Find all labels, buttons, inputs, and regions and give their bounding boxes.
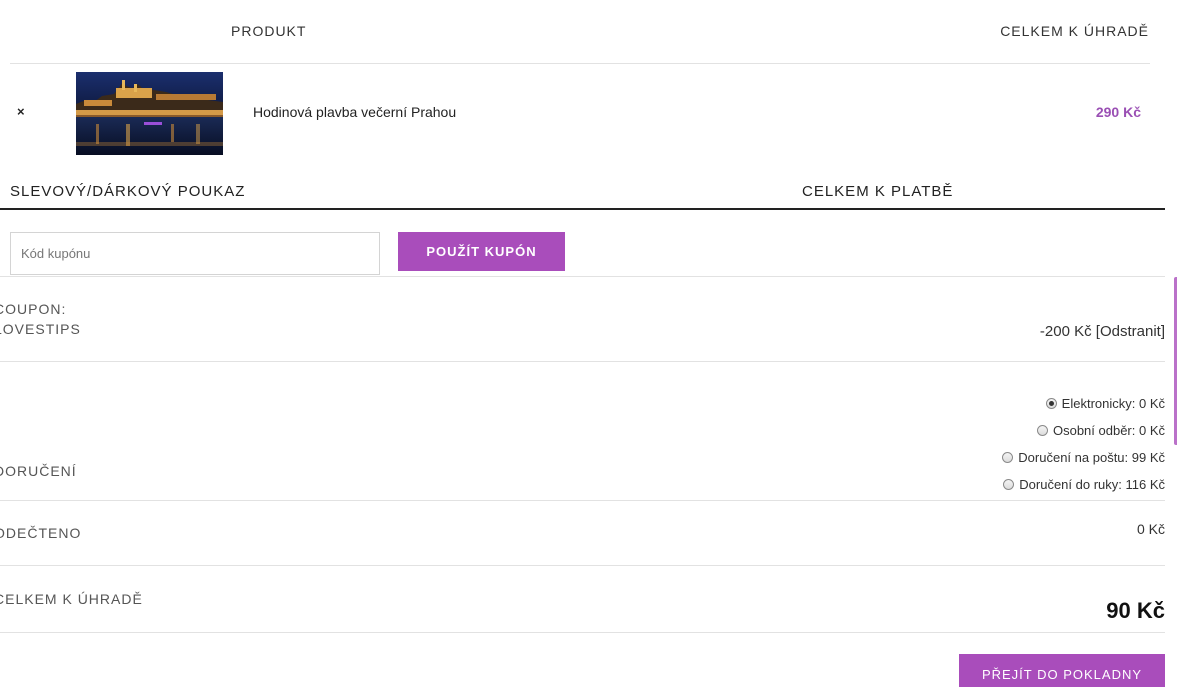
divider [0,632,1165,633]
radio-button[interactable] [1045,398,1057,409]
coupon-discount: -200 Kč [Odstranit] [1040,323,1165,340]
deducted-value: 0 Kč [1136,521,1165,537]
coupon-label: COUPON: [0,301,67,317]
checkout-button[interactable]: PŘEJÍT DO POKLADNY [959,654,1165,687]
radio-button[interactable] [1002,452,1014,463]
radio-button[interactable] [1036,425,1048,436]
coupon-discount-amount: -200 Kč [1039,323,1092,340]
remove-coupon-link[interactable]: [Odstranit] [1096,323,1165,340]
shipping-option-label: Elektronicky: 0 Kč [1061,396,1165,411]
radio-button[interactable] [1003,479,1015,490]
prague-night-image [76,72,223,155]
column-header-product: PRODUKT [231,23,307,39]
shipping-option-label: Osobní odběr: 0 Kč [1052,423,1165,438]
divider [0,565,1165,566]
product-name-link[interactable]: Hodinová plavba večerní Prahou [253,104,456,120]
remove-item-button[interactable]: × [17,104,25,119]
shipping-option-label: Doručení do ruky: 116 Kč [1019,477,1165,492]
product-thumbnail[interactable] [76,72,223,155]
item-price: 290 Kč [1095,104,1141,120]
coupon-code-label: LOVESTIPS [0,321,81,337]
divider [0,500,1165,501]
grand-total-value: 90 Kč [1106,598,1165,623]
shipping-option-courier[interactable]: Doručení do ruky: 116 Kč [1003,477,1165,492]
deducted-label: ODEČTENO [0,525,82,541]
coupon-code-input[interactable] [10,232,380,275]
divider [0,276,1165,277]
coupon-section-title: SLEVOVÝ/DÁRKOVÝ POUKAZ [10,183,246,200]
apply-coupon-button[interactable]: POUŽÍT KUPÓN [398,232,565,271]
shipping-label: DORUČENÍ [0,463,77,479]
section-divider [0,208,1165,210]
totals-section-title: CELKEM K PLATBĚ [802,183,954,200]
divider [0,361,1165,362]
shipping-option-label: Doručení na poštu: 99 Kč [1018,450,1165,465]
shipping-option-electronic[interactable]: Elektronicky: 0 Kč [1045,396,1165,411]
shipping-option-pickup[interactable]: Osobní odběr: 0 Kč [1036,423,1165,438]
grand-total-label: CELKEM K ÚHRADĚ [0,591,143,607]
shipping-option-post[interactable]: Doručení na poštu: 99 Kč [1002,450,1165,465]
divider [10,63,1150,64]
column-header-total: CELKEM K ÚHRADĚ [1000,23,1149,39]
